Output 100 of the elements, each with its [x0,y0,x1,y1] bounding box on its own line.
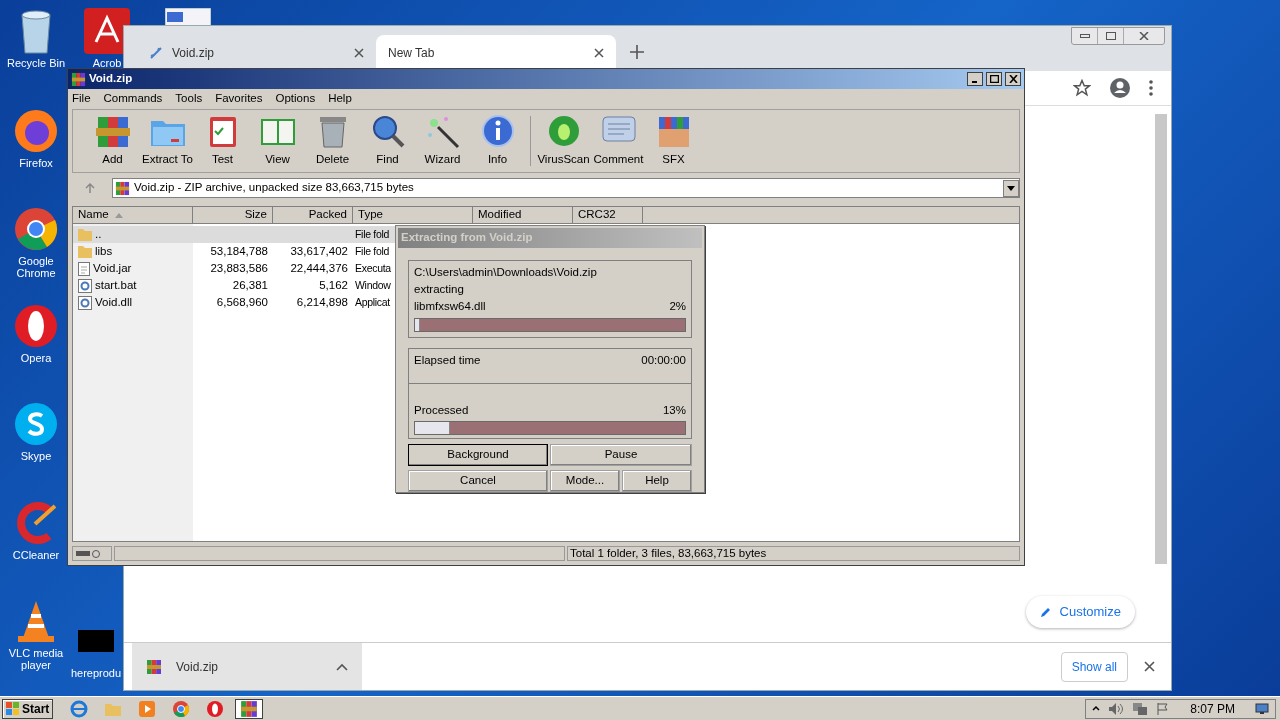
toolbar-button[interactable]: Wizard [415,112,470,170]
customize-button[interactable]: Customize [1025,596,1135,628]
archive-icon [71,71,86,87]
menu-item[interactable]: Options [275,90,316,108]
file-row[interactable]: Void.dll 6,568,960 6,214,898 Applicat [73,294,395,311]
desktop-icon-label[interactable]: Skype [20,450,52,462]
folder-icon [78,228,92,241]
toolbar-button[interactable]: SFX [646,112,701,170]
maximize-icon [989,75,999,83]
menu-item[interactable]: Help [328,90,352,108]
toolbar-button[interactable]: Add [85,112,140,170]
file-name: libs [95,243,113,259]
menu-item[interactable]: File [72,90,91,108]
column-header[interactable]: Packed [273,207,353,224]
toolbar-button[interactable]: Extract To [140,112,195,170]
close-icon[interactable] [594,48,604,58]
window-title: Void.zip [89,71,134,87]
file-name: Void.dll [95,294,133,310]
toolbar-button[interactable]: Comment [591,112,646,170]
scrollbar[interactable] [1155,114,1167,564]
windows-logo-icon [6,702,20,715]
speaker-icon[interactable] [1108,701,1125,716]
packed-size: 5,162 [319,278,348,291]
dialog-button[interactable]: Cancel [408,470,548,492]
file-row[interactable]: libs 53,184,788 33,617,402 File fold [73,243,395,260]
chrome-icon [13,206,59,252]
address-field[interactable]: Void.zip - ZIP archive, unpacked size 83,663,715 bytes [112,178,1020,198]
minimize-button[interactable] [967,72,983,86]
start-button[interactable]: Start [2,698,54,719]
account-icon[interactable] [1109,77,1131,99]
file-size: 53,184,788 [210,244,268,257]
menu-icon[interactable] [1149,80,1153,96]
file-icon [78,261,90,276]
dropdown-button[interactable] [1003,179,1019,197]
file-row[interactable]: start.bat 26,381 5,162 Window [73,277,395,294]
browser-tab[interactable]: New Tab [376,35,616,71]
dialog-button[interactable]: Help [622,470,692,492]
opera-icon [13,303,59,349]
file-size: 6,568,960 [216,295,268,308]
skype-icon [13,401,59,447]
dialog-title: Extracting from Void.zip [401,230,533,246]
toolbar-button[interactable]: VirusScan [536,112,591,170]
elapsed-label: Elapsed time [414,353,482,369]
menu-item[interactable]: Tools [175,90,203,108]
column-header[interactable]: Type [353,207,473,224]
show-all-button[interactable]: Show all [1060,651,1128,682]
taskbar-app[interactable] [235,698,264,719]
toolbar-button[interactable]: View [250,112,305,170]
file-row[interactable]: .. File fold [73,226,395,243]
toolbar-button[interactable]: Find [360,112,415,170]
dialog-button[interactable]: Mode... [550,470,620,492]
desktop-icon-label[interactable]: Firefox [19,157,53,169]
file-type: Window [355,278,391,291]
caret-icon [336,662,348,671]
close-icon [1139,32,1149,40]
tab-title: Void.zip [172,45,216,62]
packed-size: 22,444,376 [290,261,348,274]
toolbar-button[interactable]: Delete [305,112,360,170]
desktop-icon-label[interactable]: Google Chrome [6,255,66,279]
desktop-icon-label[interactable]: Acrob [92,57,122,69]
toolbar-button[interactable]: Info [470,112,525,170]
file-type: File fold [355,244,390,257]
menu-item[interactable]: Commands [103,90,163,108]
status-text: Total 1 folder, 3 files, 83,663,715 bytes [567,546,1020,561]
star-icon[interactable] [1073,79,1091,97]
new-tab-icon[interactable] [630,45,644,59]
processed-percent: 13% [662,402,686,418]
elapsed-time: 00:00:00 [641,353,686,369]
clock: 8:07 PM [1190,700,1235,718]
current-file: libmfxsw64.dll [414,299,487,315]
internet-explorer-icon [70,699,89,718]
desktop-icon-label[interactable]: hereprodu [70,667,122,679]
dialog-button[interactable]: Pause [550,444,692,466]
desktop-icon-label[interactable]: Opera [20,352,52,364]
file-name: start.bat [95,277,137,293]
desktop-icon-label[interactable]: Recycle Bin [6,57,66,69]
dialog-button[interactable]: Background [408,444,548,466]
pencil-icon [1039,606,1052,618]
packed-size: 33,617,402 [290,244,348,257]
desktop-icon-label[interactable]: VLC media player [6,647,66,671]
close-icon[interactable] [1144,661,1155,672]
gear-file-icon [78,278,92,293]
toolbar-button[interactable]: Test [195,112,250,170]
column-header[interactable]: Modified [473,207,573,224]
menu-item[interactable]: Favorites [215,90,263,108]
network-icon[interactable] [1132,701,1149,716]
action-text: extracting [414,281,465,297]
file-row[interactable]: Void.jar 23,883,586 22,444,376 Executa [73,260,395,277]
column-header[interactable]: Size [193,207,273,224]
maximize-button[interactable] [986,72,1002,86]
desktop-icon-label[interactable]: CCleaner [12,549,60,561]
flag-icon[interactable] [1156,701,1171,716]
column-header[interactable]: CRC32 [573,207,643,224]
close-icon [1008,75,1018,83]
monitor-icon[interactable] [1255,702,1269,715]
archive-icon [240,699,259,718]
close-icon[interactable] [354,48,364,58]
close-button[interactable] [1005,72,1021,86]
download-item[interactable]: Void.zip [132,643,362,690]
chevron-up-icon[interactable] [1092,704,1101,713]
